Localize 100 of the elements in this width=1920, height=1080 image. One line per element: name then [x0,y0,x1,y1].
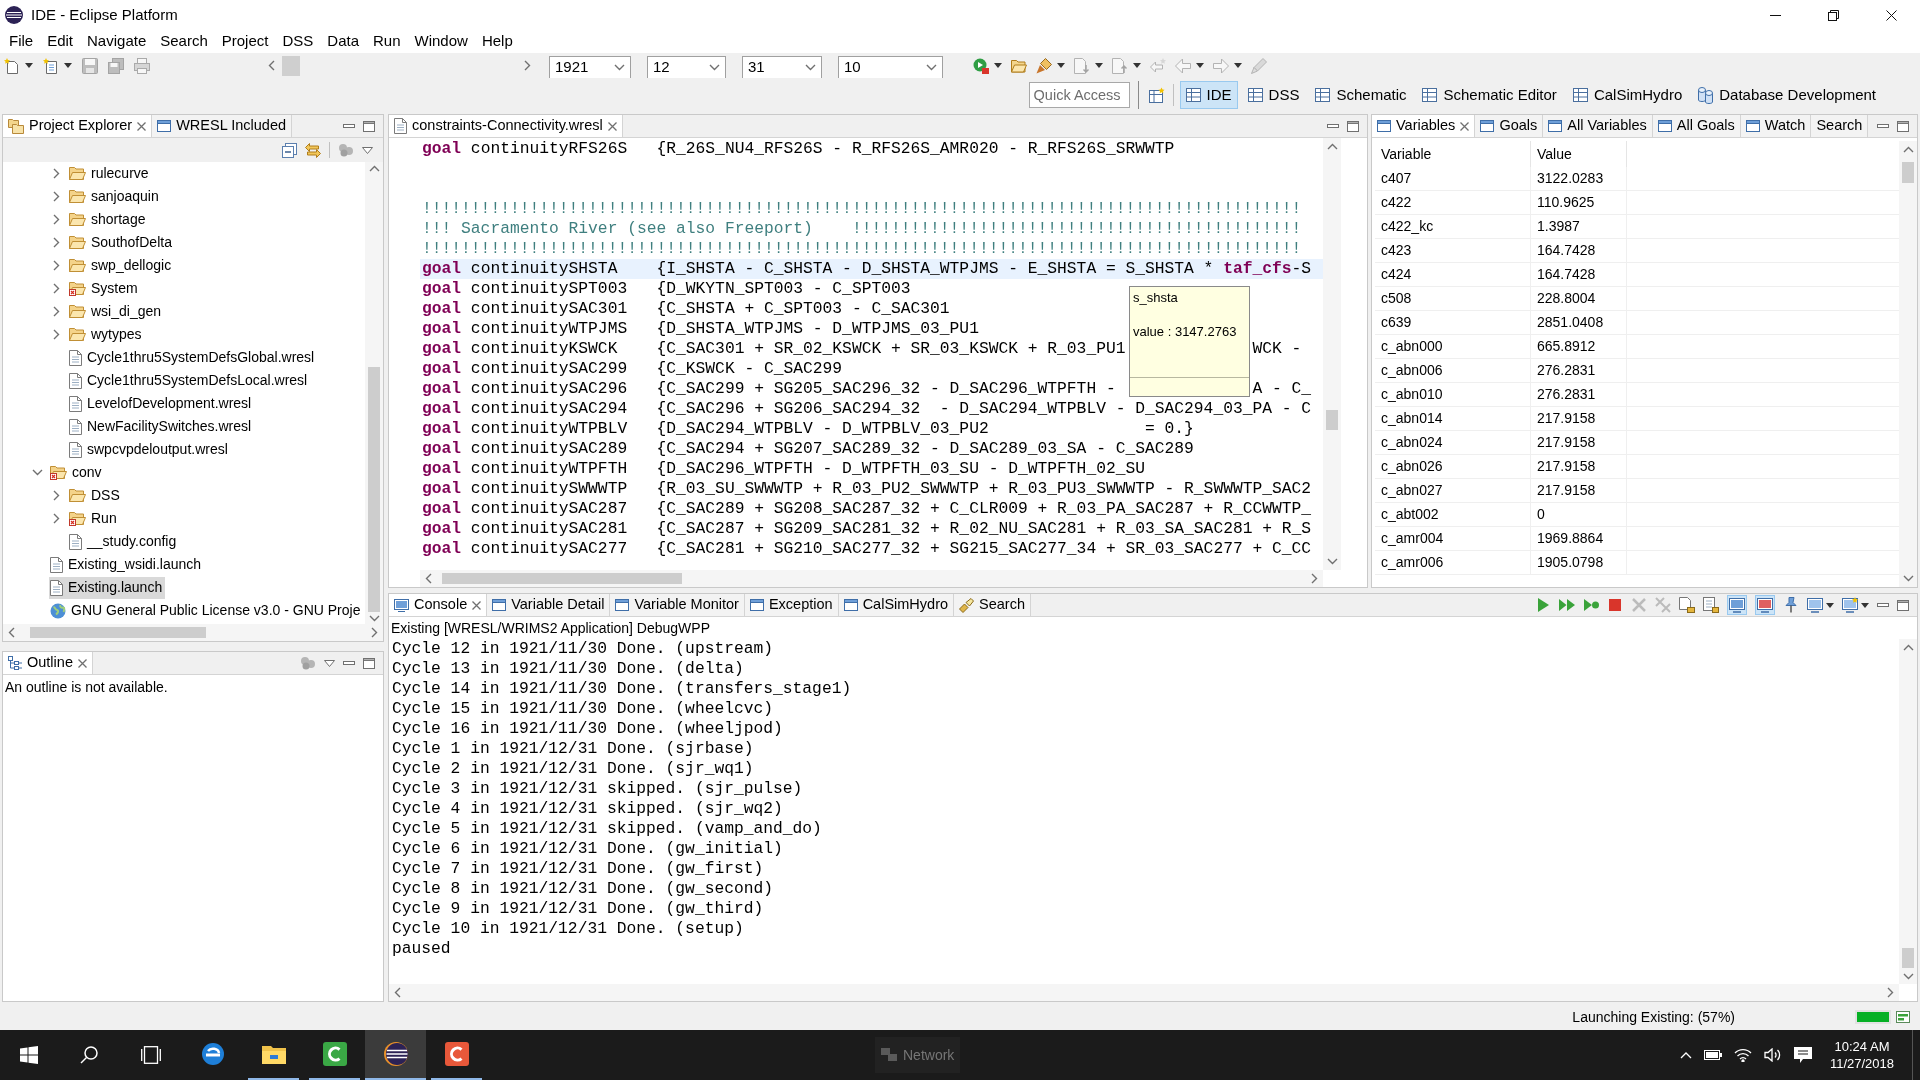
play-dot-icon[interactable] [1583,597,1599,613]
column-header[interactable]: Value [1531,141,1627,167]
tree-item[interactable]: Cycle1thru5SystemDefsGlobal.wresl [68,346,318,369]
caret-down-icon[interactable] [64,63,72,68]
stop-icon[interactable] [1607,597,1623,613]
menu-item[interactable]: Navigate [80,30,154,53]
perspective-button[interactable]: Schematic [1309,81,1413,109]
chevron-right-icon[interactable] [52,168,60,179]
maximize-icon[interactable] [1897,120,1909,132]
caret-down-icon[interactable] [1861,602,1869,608]
date-combo[interactable]: 31 [742,56,822,78]
chevron-down-icon[interactable] [368,614,380,622]
new-monitor-icon[interactable] [1842,597,1858,613]
horizontal-scrollbar[interactable] [3,624,383,641]
chevron-down-icon[interactable] [614,64,625,71]
scroll-thumb[interactable] [1902,162,1914,183]
open-perspective-icon[interactable] [1148,87,1165,103]
minimize-icon[interactable] [1877,603,1889,607]
chevron-right-icon[interactable] [371,627,378,638]
tree-item[interactable]: shortage [68,208,149,231]
chevron-left-icon[interactable] [425,573,432,584]
chevron-down-icon[interactable] [709,64,720,71]
sync-arrows-icon[interactable] [305,142,321,158]
column-header[interactable]: Variable [1375,141,1531,167]
tree-item[interactable]: swpcvpdeloutput.wresl [68,438,231,461]
chevron-down-icon[interactable] [1326,558,1338,565]
new-file-icon[interactable] [4,57,20,74]
chevron-right-icon[interactable] [52,490,60,501]
scroll-thumb[interactable] [30,627,206,638]
chevron-right-icon[interactable] [52,306,60,317]
tree-item[interactable]: Existing_wsidi.launch [49,553,205,576]
chevron-down-icon[interactable] [31,469,43,476]
panel-tab[interactable]: constraints-Connectivity.wresl [389,115,623,137]
scroll-thumb[interactable] [282,55,300,76]
chevron-down-icon[interactable] [1902,972,1914,980]
tree-item[interactable]: NewFacilitySwitches.wresl [68,415,255,438]
menu-item[interactable]: Edit [40,30,81,53]
chevron-right-icon[interactable] [52,191,60,202]
menu-item[interactable]: File [2,30,41,53]
quick-access-field[interactable]: Quick Access [1028,82,1130,108]
tree-item[interactable]: DSS [68,484,123,507]
date-combo[interactable]: 10 [838,56,943,78]
tree-item[interactable]: Existing.launch [49,576,166,599]
tree-item[interactable]: __study.config [68,530,180,553]
chevron-down-icon[interactable] [1902,575,1914,582]
tree-item[interactable]: wsi_di_gen [68,300,165,323]
console-error-icon[interactable] [1755,595,1775,615]
battery-icon[interactable] [1704,1050,1722,1060]
volume-icon[interactable] [1764,1048,1782,1062]
panel-tab[interactable]: Variables [1372,115,1476,137]
chevron-right-icon[interactable] [52,329,60,340]
maximize-icon[interactable] [363,657,375,669]
chevron-right-icon[interactable] [524,60,531,71]
tree-item[interactable]: conv [49,461,105,484]
panel-tab[interactable]: Project Explorer [3,115,153,137]
menu-item[interactable]: Data [320,30,366,53]
document-lock-icon[interactable] [1679,597,1695,613]
tree-item[interactable]: Cycle1thru5SystemDefsLocal.wresl [68,369,311,392]
tree-item[interactable]: Run [68,507,120,530]
fast-forward-icon[interactable] [1559,597,1575,613]
caret-down-icon[interactable] [1057,63,1065,68]
caret-down-icon[interactable] [994,63,1002,68]
perspective-button[interactable]: DSS [1241,81,1306,109]
perspective-button[interactable]: Schematic Editor [1416,81,1563,109]
console-output-icon[interactable] [1727,595,1747,615]
chevron-right-icon[interactable] [52,513,60,524]
chevron-right-icon[interactable] [52,214,60,225]
minimize-icon[interactable] [343,124,355,128]
monitor-icon[interactable] [1807,597,1823,613]
chevron-right-icon[interactable] [1887,987,1894,998]
perspective-button[interactable]: Database Development [1692,81,1882,109]
chevron-down-icon[interactable] [805,64,816,71]
run-icon[interactable] [973,57,989,74]
open-folder-icon[interactable] [1011,57,1027,74]
scroll-thumb[interactable] [368,367,380,612]
perspective-button[interactable]: IDE [1179,81,1238,109]
tree-item[interactable]: System [68,277,141,300]
maximize-icon[interactable] [1347,120,1359,132]
caret-down-icon[interactable] [25,63,33,68]
maximize-icon[interactable] [1897,599,1909,611]
close-icon[interactable] [607,121,617,131]
clock[interactable]: 10:24 AM 11/27/2018 [1824,1038,1900,1072]
chevron-right-icon[interactable] [1311,573,1318,584]
menu-item[interactable]: Run [366,30,408,53]
scroll-thumb[interactable] [1326,410,1338,430]
taskbar-button[interactable] [365,1030,426,1080]
progress-view-icon[interactable] [1896,1011,1910,1023]
chevron-right-icon[interactable] [52,237,60,248]
menu-item[interactable]: Help [474,30,520,53]
panel-tab[interactable]: Outline [3,652,93,674]
tree-item[interactable]: rulecurve [68,162,152,185]
play-icon[interactable] [1535,597,1551,613]
tree-item[interactable]: GNU General Public License v3.0 - GNU Proje [49,599,364,622]
tree-item[interactable]: swp_dellogic [68,254,175,277]
scroll-lock-icon[interactable] [1703,597,1719,613]
view-menu-icon[interactable] [324,659,335,667]
vertical-scrollbar[interactable] [1899,141,1917,587]
close-icon[interactable] [77,658,87,668]
chevron-right-icon[interactable] [52,260,60,271]
vertical-scrollbar[interactable] [365,162,383,624]
